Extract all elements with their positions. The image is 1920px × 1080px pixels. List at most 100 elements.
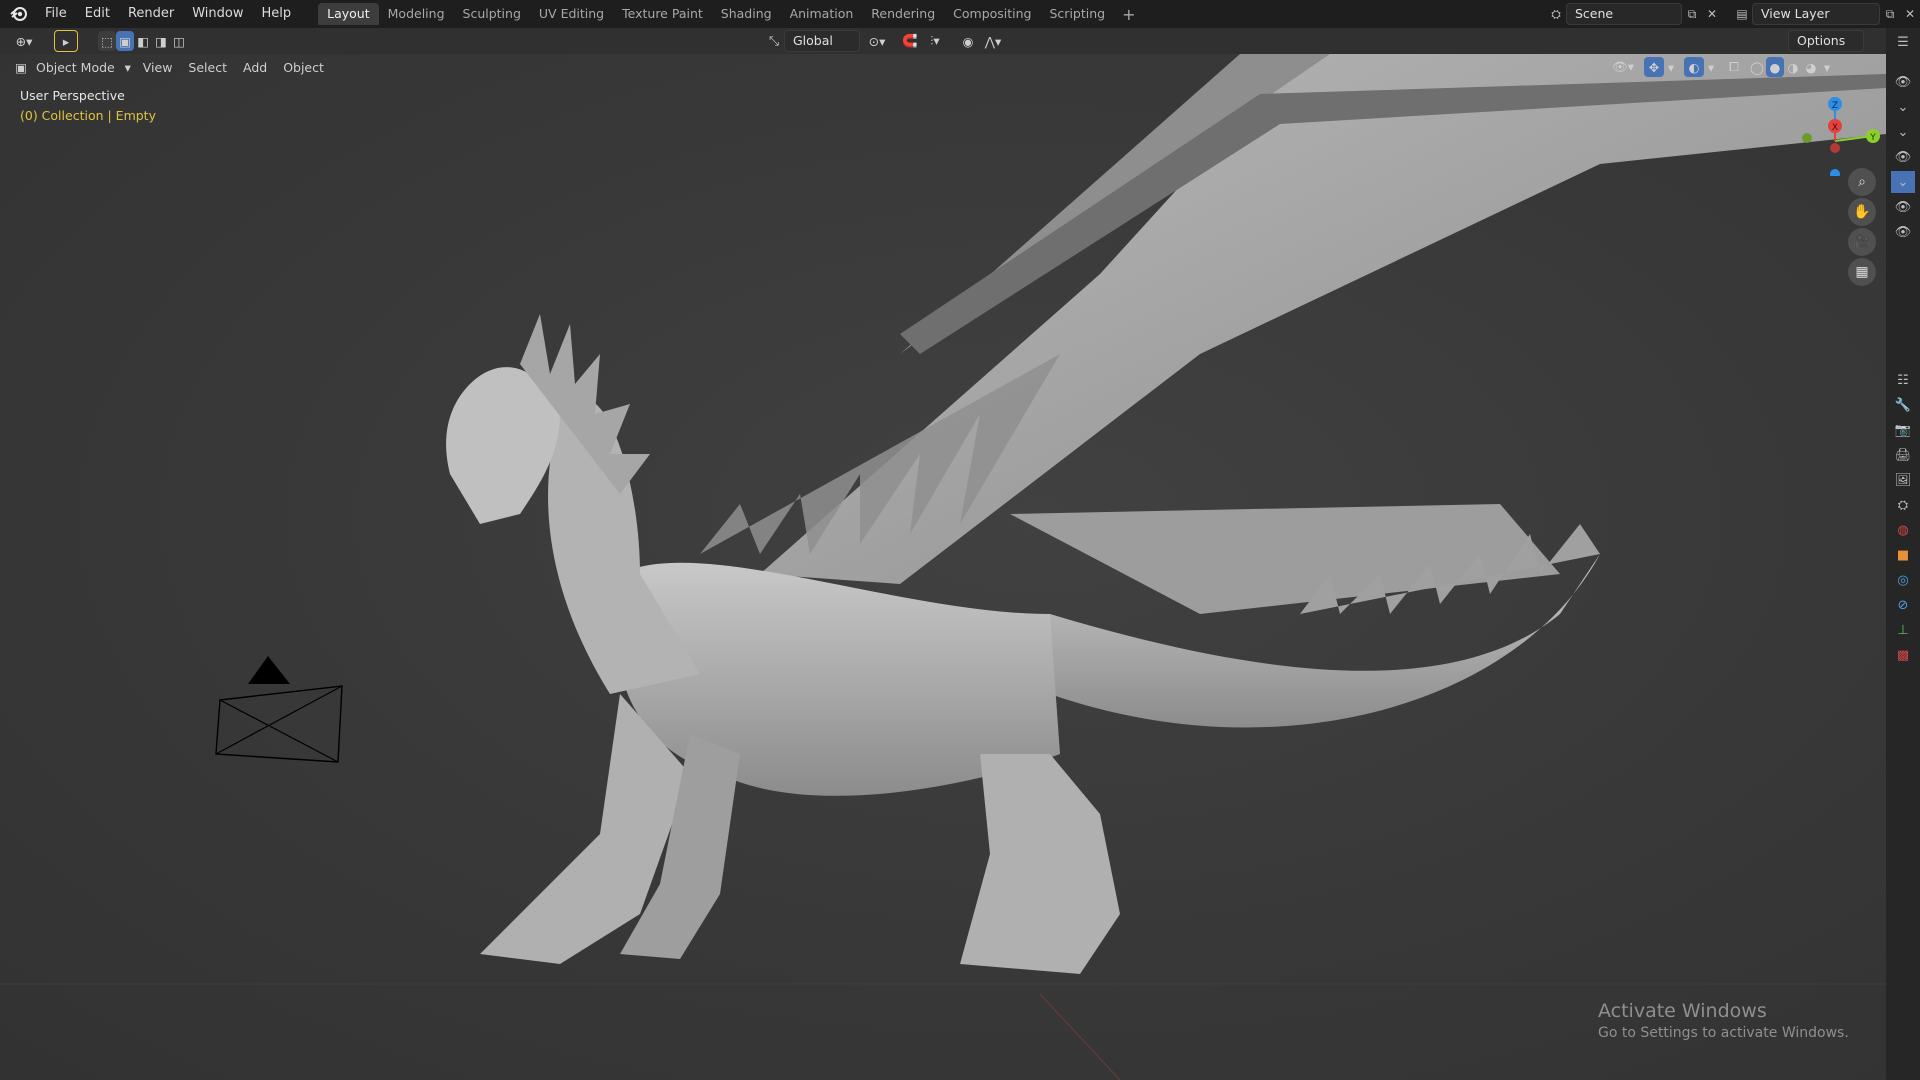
options-dropdown[interactable]: Options xyxy=(1788,30,1864,52)
active-collection-label: (0) Collection | Empty xyxy=(20,108,156,123)
blender-logo-icon[interactable] xyxy=(8,3,30,25)
shading-dropdown-icon[interactable]: ▾ xyxy=(1820,57,1834,77)
overlay-toggle-icon[interactable]: ◐ xyxy=(1684,57,1704,77)
visibility-eye-icon[interactable]: 👁 xyxy=(1891,71,1915,93)
tab-shading[interactable]: Shading xyxy=(712,3,781,25)
tab-animation[interactable]: Animation xyxy=(781,3,863,25)
outliner-toggle-icon[interactable]: ☰ xyxy=(1891,31,1915,53)
tab-texture-paint[interactable]: Texture Paint xyxy=(613,3,712,25)
proportional-edit-icon[interactable]: ◉ xyxy=(958,31,978,51)
menu-help[interactable]: Help xyxy=(253,2,301,26)
data-properties-icon[interactable]: ⊥ xyxy=(1891,619,1915,641)
tool-properties-icon[interactable]: 🔧 xyxy=(1891,394,1915,416)
menu-select[interactable]: Select xyxy=(180,57,235,77)
select-mode-difference-icon[interactable]: ◨ xyxy=(152,31,170,51)
navigation-gizmo[interactable]: Z Y X xyxy=(1785,86,1885,176)
proportional-falloff-icon[interactable]: ⋀▾ xyxy=(978,31,1008,51)
watermark-title: Activate Windows xyxy=(1598,1000,1767,1022)
gizmo-dropdown-icon[interactable]: ▾ xyxy=(1664,57,1678,77)
transform-orientation-icon[interactable]: ⤡ xyxy=(764,31,784,51)
tab-uv-editing[interactable]: UV Editing xyxy=(530,3,613,25)
dragon-model[interactable] xyxy=(0,54,1886,1080)
snap-toggle-icon[interactable]: 🧲 xyxy=(900,31,920,51)
camera-object[interactable] xyxy=(210,654,350,774)
activate-windows-watermark: Activate Windows Go to Settings to activ… xyxy=(1598,1000,1849,1041)
view-perspective-label: User Perspective xyxy=(20,88,125,103)
select-mode-intersect-icon[interactable]: ◫ xyxy=(170,31,188,51)
menu-view[interactable]: View xyxy=(135,57,181,77)
viewport-header: ⊕▾ ▸ ⬚ ▣ ◧ ◨ ◫ ⤡ Global ⊙▾ 🧲 ⫶▾ ◉ ⋀▾ Opt… xyxy=(0,28,1886,54)
object-mode-icon[interactable]: ▣ xyxy=(12,57,30,77)
shading-material-icon[interactable]: ◑ xyxy=(1784,57,1802,77)
tab-sculpting[interactable]: Sculpting xyxy=(454,3,530,25)
tab-modeling[interactable]: Modeling xyxy=(379,3,454,25)
right-sidebar: ☰ 👁 ⌄ ⌄ 👁 ⌄ 👁 👁 ☷ 🔧 📷 🖨 🖼 ⛭ ◍ ■ ◎ ⊘ ⊥ ▩ xyxy=(1886,28,1920,1080)
visibility-eye-icon[interactable]: 👁 xyxy=(1891,196,1915,218)
editor-type-icon[interactable]: ⊕▾ xyxy=(8,31,40,51)
world-properties-icon[interactable]: ◍ xyxy=(1891,519,1915,541)
add-workspace-button[interactable]: + xyxy=(1114,5,1143,24)
menu-render[interactable]: Render xyxy=(119,2,183,26)
shading-solid-icon[interactable]: ● xyxy=(1766,57,1784,77)
tab-scripting[interactable]: Scripting xyxy=(1041,3,1115,25)
select-mode-subtract-icon[interactable]: ◧ xyxy=(134,31,152,51)
tab-layout[interactable]: Layout xyxy=(318,3,379,25)
menu-window[interactable]: Window xyxy=(183,2,252,26)
visibility-collapse-icon[interactable]: ⌄ xyxy=(1891,171,1915,193)
view-layer-properties-icon[interactable]: 🖼 xyxy=(1891,469,1915,491)
shading-rendered-icon[interactable]: ◕ xyxy=(1802,57,1820,77)
camera-view-icon[interactable]: 🎥 xyxy=(1848,228,1876,256)
texture-properties-icon[interactable]: ▩ xyxy=(1891,644,1915,666)
zoom-icon[interactable]: ⌕ xyxy=(1848,168,1876,196)
shading-wireframe-icon[interactable]: ◯ xyxy=(1748,57,1766,77)
gizmo-toggle-icon[interactable]: ✥ xyxy=(1644,57,1664,77)
watermark-subtitle: Go to Settings to activate Windows. xyxy=(1598,1025,1849,1041)
delete-scene-icon[interactable]: ✕ xyxy=(1702,4,1722,24)
menu-edit[interactable]: Edit xyxy=(76,2,119,26)
constraint-properties-icon[interactable]: ⊘ xyxy=(1891,594,1915,616)
view-layer-field[interactable]: View Layer xyxy=(1752,3,1880,25)
visibility-eye-icon[interactable]: 👁 xyxy=(1891,146,1915,168)
pan-hand-icon[interactable]: ✋ xyxy=(1848,198,1876,226)
transform-orientation-dropdown[interactable]: Global xyxy=(784,30,860,52)
workspace-tabs: Layout Modeling Sculpting UV Editing Tex… xyxy=(318,0,1143,28)
properties-toggle-icon[interactable]: ☷ xyxy=(1891,369,1915,391)
axis-y-label: Y xyxy=(1869,133,1876,143)
mode-dropdown[interactable]: Object Mode xyxy=(30,57,121,77)
physics-properties-icon[interactable]: ◎ xyxy=(1891,569,1915,591)
visibility-filter-icon[interactable]: 👁▾ xyxy=(1608,57,1638,77)
new-scene-icon[interactable]: ⧉ xyxy=(1682,4,1702,24)
overlay-dropdown-icon[interactable]: ▾ xyxy=(1704,57,1718,77)
scene-name-field[interactable]: Scene xyxy=(1566,3,1682,25)
top-bar: File Edit Render Window Help Layout Mode… xyxy=(0,0,1920,28)
menu-file[interactable]: File xyxy=(36,2,76,26)
scene-properties-icon[interactable]: ⛭ xyxy=(1891,494,1915,516)
tab-compositing[interactable]: Compositing xyxy=(944,3,1040,25)
select-tool-icon[interactable]: ▸ xyxy=(54,30,78,52)
render-properties-icon[interactable]: 📷 xyxy=(1891,419,1915,441)
delete-view-layer-icon[interactable]: ✕ xyxy=(1900,4,1920,24)
mode-dropdown-chevron-icon[interactable]: ▾ xyxy=(121,57,135,77)
ortho-grid-icon[interactable]: ▦ xyxy=(1848,258,1876,286)
object-properties-icon[interactable]: ■ xyxy=(1891,544,1915,566)
pivot-point-icon[interactable]: ⊙▾ xyxy=(862,31,892,51)
tab-rendering[interactable]: Rendering xyxy=(862,3,944,25)
axis-z-label: Z xyxy=(1832,101,1838,111)
visibility-eye-icon[interactable]: 👁 xyxy=(1891,221,1915,243)
scene-icon[interactable]: ⛭ xyxy=(1546,4,1566,24)
output-properties-icon[interactable]: 🖨 xyxy=(1891,444,1915,466)
select-mode-extend-icon[interactable]: ▣ xyxy=(116,31,134,51)
menu-add[interactable]: Add xyxy=(235,57,275,77)
visibility-collapse-icon[interactable]: ⌄ xyxy=(1891,121,1915,143)
view-layer-icon[interactable]: ▤ xyxy=(1732,4,1752,24)
object-mode-header: ▣ Object Mode ▾ View Select Add Object 👁… xyxy=(0,54,1886,80)
visibility-collapse-icon[interactable]: ⌄ xyxy=(1891,96,1915,118)
new-view-layer-icon[interactable]: ⧉ xyxy=(1880,4,1900,24)
scene-selector-area: ⛭ Scene ⧉ ✕ ▤ View Layer ⧉ ✕ xyxy=(1546,0,1920,28)
xray-toggle-icon[interactable]: ⧠ xyxy=(1724,57,1744,77)
select-mode-new-icon[interactable]: ⬚ xyxy=(98,31,116,51)
menu-object[interactable]: Object xyxy=(275,57,332,77)
axis-x-label: X xyxy=(1832,123,1838,133)
snap-target-icon[interactable]: ⫶▾ xyxy=(920,31,950,51)
3d-viewport[interactable]: User Perspective (0) Collection | Empty … xyxy=(0,54,1886,1080)
